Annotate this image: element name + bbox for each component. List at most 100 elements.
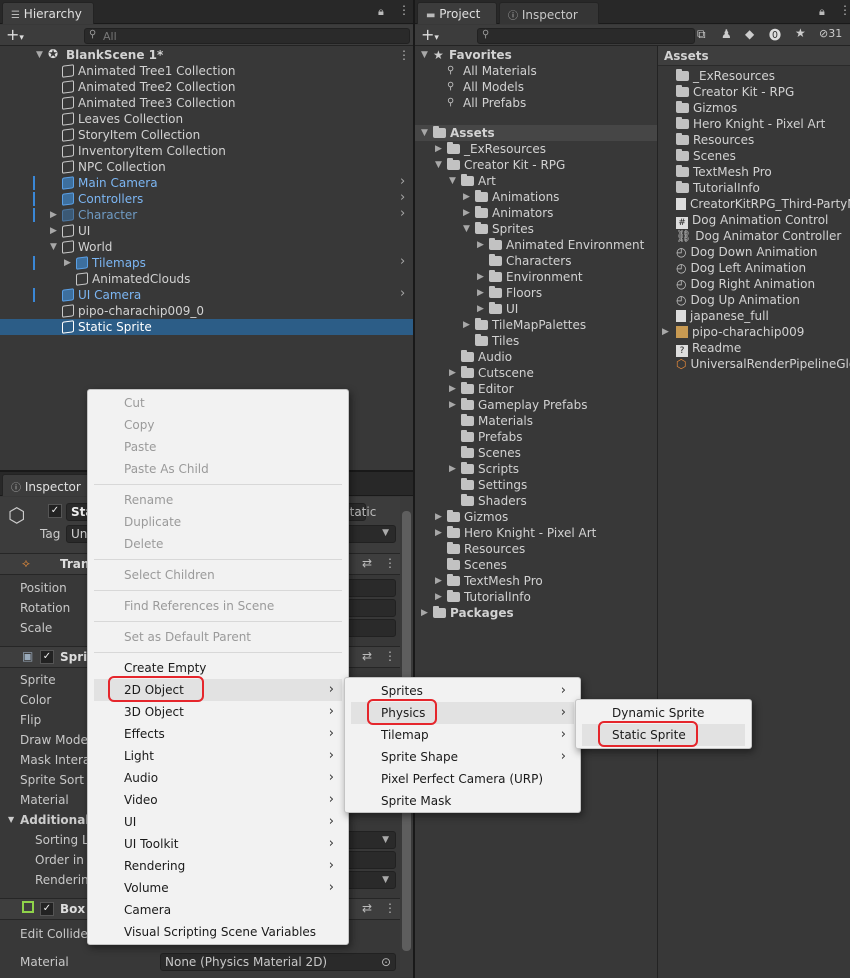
expand-arrow-icon[interactable]: ▼ bbox=[36, 47, 43, 63]
menu-item-delete[interactable]: Delete bbox=[94, 533, 342, 555]
expand-arrow-icon[interactable]: ▶ bbox=[463, 205, 470, 221]
menu-item-camera[interactable]: Camera bbox=[94, 899, 342, 921]
object-picker-icon[interactable]: ⊙ bbox=[381, 952, 391, 972]
more-icon[interactable]: ⋮ bbox=[398, 3, 410, 17]
expand-arrow-icon[interactable]: ▶ bbox=[449, 365, 456, 381]
assets-root-row[interactable]: ▼ Assets bbox=[415, 125, 657, 141]
expand-arrow-icon[interactable]: ▶ bbox=[449, 397, 456, 413]
menu-item-copy[interactable]: Copy bbox=[94, 414, 342, 436]
settings-icon[interactable]: ⇄ bbox=[362, 556, 372, 570]
project-search-input[interactable]: ⚲ bbox=[477, 28, 695, 44]
tab-inspector[interactable]: ⓘ Inspector bbox=[499, 2, 599, 24]
hierarchy-item[interactable]: pipo-charachip009_0 bbox=[0, 303, 413, 319]
collapse-arrow-icon[interactable]: ▼ bbox=[435, 157, 442, 173]
label-icon[interactable]: ◆ bbox=[745, 27, 754, 41]
menu-item-paste[interactable]: Paste bbox=[94, 436, 342, 458]
more-icon[interactable]: ⋮ bbox=[839, 3, 850, 17]
menu-item-light[interactable]: Light › bbox=[94, 745, 342, 767]
expand-arrow-icon[interactable]: ▶ bbox=[477, 237, 484, 253]
menu-item-find-references[interactable]: Find References in Scene bbox=[94, 595, 342, 617]
hierarchy-search-input[interactable]: ⚲ All bbox=[84, 28, 410, 44]
more-icon[interactable]: ⋮ bbox=[384, 556, 396, 570]
expand-arrow-icon[interactable]: ▶ bbox=[435, 525, 442, 541]
hierarchy-item[interactable]: StoryItem Collection bbox=[0, 127, 413, 143]
menu-item-pixel-perfect-camera[interactable]: Pixel Perfect Camera (URP) bbox=[351, 768, 574, 790]
settings-icon[interactable]: ⇄ bbox=[362, 649, 372, 663]
expand-arrow-icon[interactable]: ▶ bbox=[449, 381, 456, 397]
lock-icon[interactable]: 🔒︎ bbox=[378, 5, 384, 19]
tab-project[interactable]: ▬ Project bbox=[417, 2, 497, 24]
expand-arrow-icon[interactable]: ▶ bbox=[477, 269, 484, 285]
box-collider-checkbox[interactable]: ✓ bbox=[40, 902, 54, 916]
menu-item-effects[interactable]: Effects › bbox=[94, 723, 342, 745]
hierarchy-item[interactable]: Animated Tree2 Collection bbox=[0, 79, 413, 95]
expand-arrow-icon[interactable]: ▶ bbox=[463, 317, 470, 333]
filter-icon[interactable]: ♟ bbox=[721, 27, 732, 41]
hierarchy-item-prefab[interactable]: Controllers › bbox=[0, 190, 413, 207]
tab-inspector-left[interactable]: ⓘ Inspector bbox=[2, 474, 90, 496]
chevron-right-icon[interactable]: › bbox=[400, 286, 405, 302]
menu-item-video[interactable]: Video › bbox=[94, 789, 342, 811]
more-icon[interactable]: ⋮ bbox=[384, 901, 396, 915]
expand-arrow-icon[interactable]: ▶ bbox=[50, 207, 57, 223]
hierarchy-item[interactable]: AnimatedClouds bbox=[0, 271, 413, 287]
menu-item-paste-as-child[interactable]: Paste As Child bbox=[94, 458, 342, 480]
expand-arrow-icon[interactable]: ▶ bbox=[477, 285, 484, 301]
menu-item-3d-object[interactable]: 3D Object › bbox=[94, 701, 342, 723]
hierarchy-item-prefab[interactable]: Main Camera › bbox=[0, 174, 413, 191]
expand-arrow-icon[interactable]: ▶ bbox=[435, 573, 442, 589]
sprite-checkbox[interactable]: ✓ bbox=[40, 650, 54, 664]
collapse-arrow-icon[interactable]: ▼ bbox=[449, 173, 456, 189]
hierarchy-item[interactable]: Leaves Collection bbox=[0, 111, 413, 127]
menu-item-tilemap[interactable]: Tilemap › bbox=[351, 724, 574, 746]
expand-arrow-icon[interactable]: ▶ bbox=[421, 605, 428, 621]
lock-icon[interactable]: 🔒︎ bbox=[819, 5, 825, 19]
settings-icon[interactable]: ⇄ bbox=[362, 901, 372, 915]
hierarchy-item-prefab[interactable]: ▶ Character › bbox=[0, 206, 413, 223]
scene-more-icon[interactable]: ⋮ bbox=[398, 47, 410, 63]
hierarchy-item[interactable]: Animated Tree1 Collection bbox=[0, 63, 413, 79]
expand-arrow-icon[interactable]: ▶ bbox=[662, 324, 669, 340]
search-by-type-icon[interactable]: ⧉ bbox=[697, 27, 706, 42]
tab-hierarchy[interactable]: ☰ Hierarchy bbox=[2, 2, 94, 24]
expand-arrow-icon[interactable]: ▶ bbox=[435, 509, 442, 525]
menu-item-rename[interactable]: Rename bbox=[94, 489, 342, 511]
expand-arrow-icon[interactable]: ▶ bbox=[477, 301, 484, 317]
hierarchy-item[interactable]: Animated Tree3 Collection bbox=[0, 95, 413, 111]
star-icon[interactable]: ★ bbox=[795, 26, 806, 40]
hierarchy-item[interactable]: ▼ World bbox=[0, 239, 413, 255]
hierarchy-item-selected[interactable]: Static Sprite bbox=[0, 319, 413, 335]
expand-arrow-icon[interactable]: ▶ bbox=[435, 589, 442, 605]
collapse-arrow-icon[interactable]: ▼ bbox=[463, 221, 470, 237]
physics-material-field[interactable]: None (Physics Material 2D) ⊙ bbox=[160, 953, 396, 971]
hierarchy-item-prefab[interactable]: UI Camera › bbox=[0, 286, 413, 303]
menu-item-select-children[interactable]: Select Children bbox=[94, 564, 342, 586]
chevron-right-icon[interactable]: › bbox=[400, 206, 405, 222]
menu-item-visual-scripting[interactable]: Visual Scripting Scene Variables bbox=[94, 921, 342, 943]
expand-arrow-icon[interactable]: ▶ bbox=[50, 223, 57, 239]
chevron-right-icon[interactable]: › bbox=[400, 254, 405, 270]
scene-row[interactable]: ▼ ✪ BlankScene 1* ⋮ bbox=[0, 47, 413, 63]
menu-item-rendering[interactable]: Rendering › bbox=[94, 855, 342, 877]
menu-item-volume[interactable]: Volume › bbox=[94, 877, 342, 899]
menu-item-sprite-mask[interactable]: Sprite Mask bbox=[351, 790, 574, 812]
menu-item-ui-toolkit[interactable]: UI Toolkit › bbox=[94, 833, 342, 855]
warning-icon[interactable]: ⓿ bbox=[769, 26, 781, 43]
add-button[interactable]: +▾ bbox=[6, 25, 24, 44]
chevron-right-icon[interactable]: › bbox=[400, 174, 405, 190]
more-icon[interactable]: ⋮ bbox=[384, 649, 396, 663]
create-button[interactable]: +▾ bbox=[421, 25, 439, 44]
menu-item-ui[interactable]: UI › bbox=[94, 811, 342, 833]
menu-item-duplicate[interactable]: Duplicate bbox=[94, 511, 342, 533]
menu-item-sprite-shape[interactable]: Sprite Shape › bbox=[351, 746, 574, 768]
hidden-packages-icon[interactable]: ⊘31 bbox=[819, 27, 842, 40]
hierarchy-item[interactable]: ▶ UI bbox=[0, 223, 413, 239]
menu-item-set-default-parent[interactable]: Set as Default Parent bbox=[94, 626, 342, 648]
menu-item-cut[interactable]: Cut bbox=[94, 392, 342, 414]
expand-arrow-icon[interactable]: ▶ bbox=[64, 255, 71, 271]
chevron-right-icon[interactable]: › bbox=[400, 190, 405, 206]
expand-arrow-icon[interactable]: ▶ bbox=[463, 189, 470, 205]
hierarchy-item[interactable]: NPC Collection bbox=[0, 159, 413, 175]
hierarchy-item-prefab[interactable]: ▶ Tilemaps › bbox=[0, 254, 413, 271]
expand-arrow-icon[interactable]: ▶ bbox=[435, 141, 442, 157]
